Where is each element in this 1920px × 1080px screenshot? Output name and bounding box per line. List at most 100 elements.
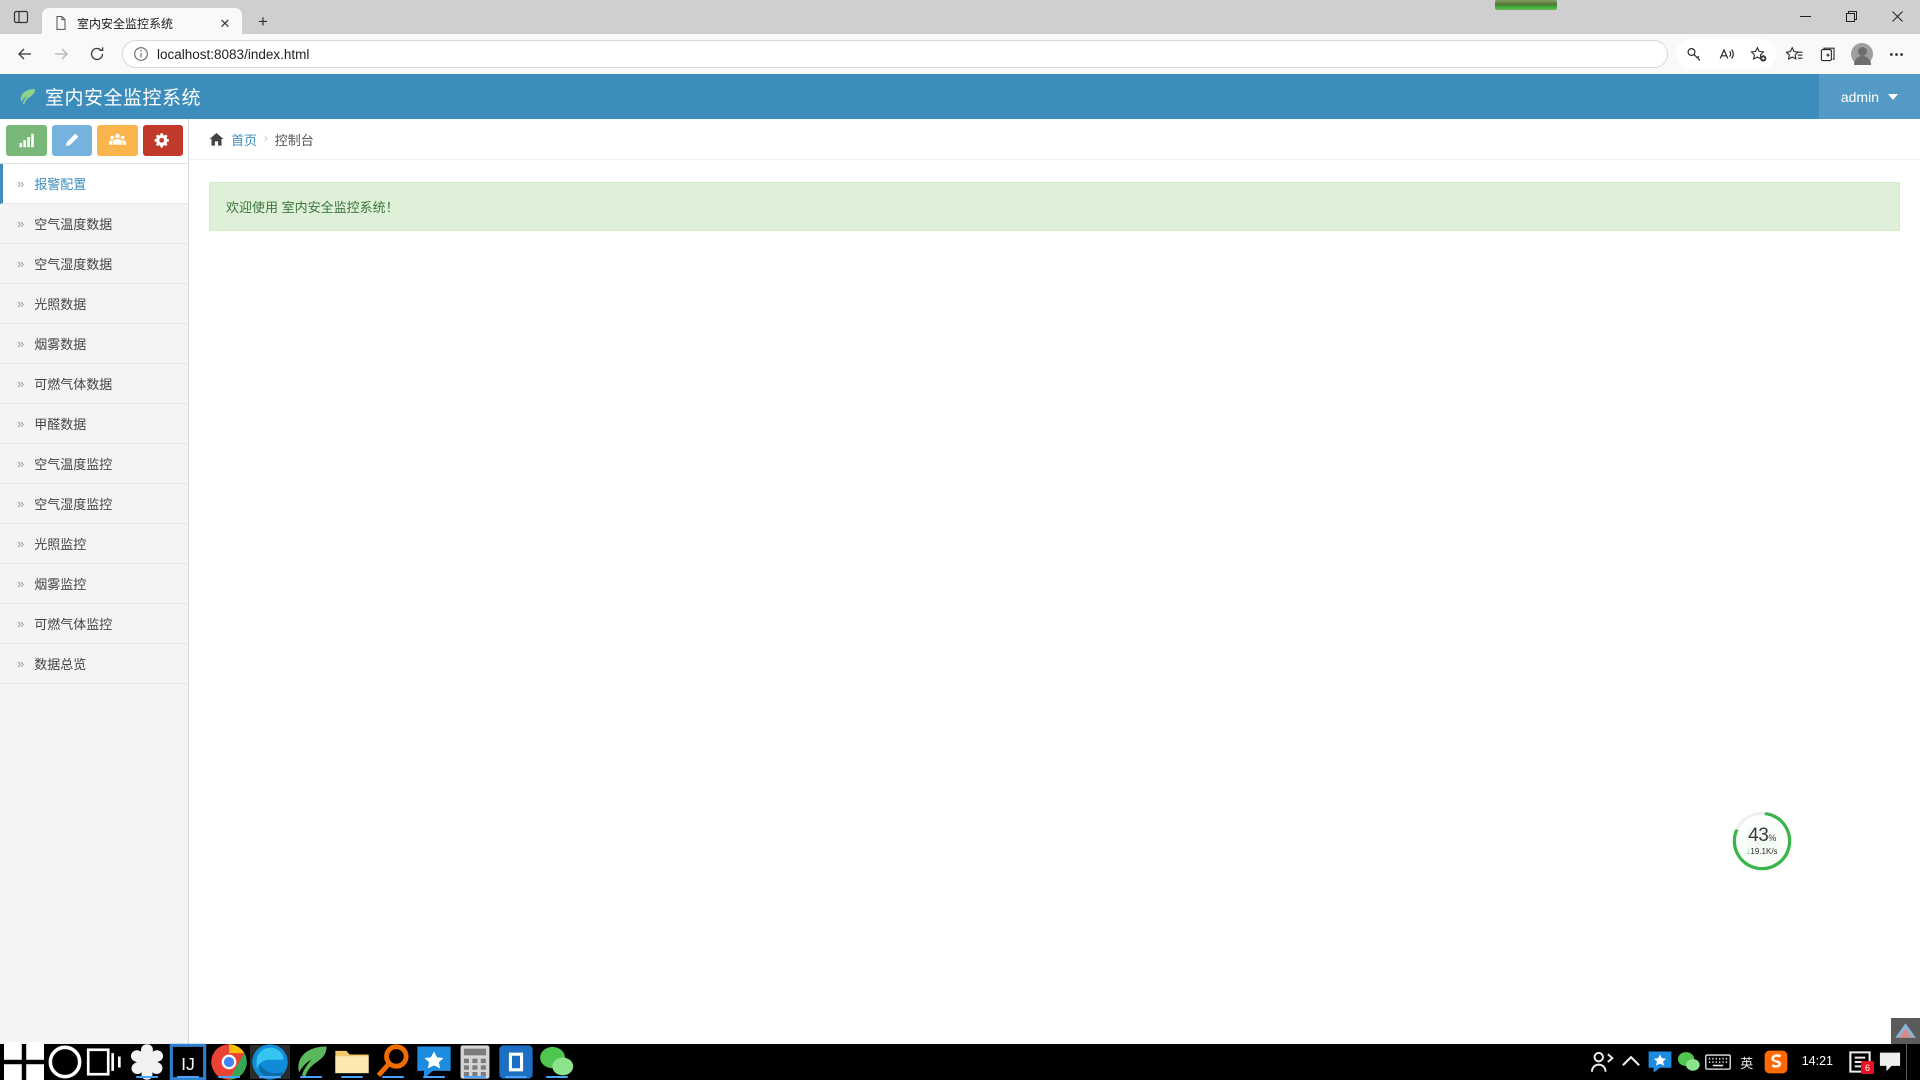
sidebar-item-data-overview[interactable]: » 数据总览: [0, 644, 188, 684]
key-icon[interactable]: [1678, 39, 1710, 69]
chart-button[interactable]: [6, 125, 47, 156]
read-aloud-icon[interactable]: [1710, 39, 1742, 69]
sidebar-tool-buttons: [0, 119, 188, 164]
app-title: 室内安全监控系统: [45, 88, 202, 109]
sidebar-item-air-temperature-data[interactable]: » 空气温度数据: [0, 204, 188, 244]
close-window-button[interactable]: [1874, 0, 1920, 32]
notification-badge: 6: [1861, 1061, 1874, 1074]
percent-value: 43%: [1748, 825, 1776, 846]
sidebar-item-light-data[interactable]: » 光照数据: [0, 284, 188, 324]
intellij-idea-icon[interactable]: IJ: [168, 1043, 208, 1080]
browser-tab[interactable]: 室内安全监控系统 ✕: [42, 8, 242, 38]
minimize-button[interactable]: [1782, 0, 1828, 32]
profile-icon[interactable]: [1846, 39, 1878, 69]
sidebar-item-label: 甲醛数据: [34, 417, 87, 432]
app-blue-icon[interactable]: [496, 1045, 536, 1079]
browser-window: 室内安全监控系统 ✕ + localhost:8083/index.html 室…: [0, 0, 1920, 1080]
sidebar-item-label: 烟雾监控: [34, 577, 87, 592]
sidebar-item-air-temperature-monitor[interactable]: » 空气温度监控: [0, 444, 188, 484]
site-info-icon[interactable]: [133, 46, 149, 62]
user-menu[interactable]: admin: [1818, 74, 1920, 119]
tab-actions-menu-button[interactable]: [0, 0, 42, 34]
address-bar-text[interactable]: localhost:8083/index.html: [157, 47, 1657, 62]
sidebar-item-label: 报警配置: [34, 177, 87, 192]
people-icon[interactable]: [1589, 1047, 1615, 1077]
show-hidden-icons-icon[interactable]: [1618, 1047, 1644, 1077]
bar-chart-icon: [19, 133, 34, 148]
taskbar-clock[interactable]: 14:21: [1792, 1054, 1843, 1069]
chevron-right-icon: »: [17, 336, 25, 351]
refresh-button[interactable]: [80, 39, 114, 69]
users-icon: [108, 133, 126, 145]
sidebar-item-label: 空气湿度数据: [34, 257, 113, 272]
sidebar-item-light-monitor[interactable]: » 光照监控: [0, 524, 188, 564]
sidebar-item-label: 光照数据: [34, 297, 87, 312]
chevron-right-icon: »: [17, 616, 25, 631]
sidebar-item-air-humidity-data[interactable]: » 空气湿度数据: [0, 244, 188, 284]
sidebar-item-air-humidity-monitor[interactable]: » 空气湿度监控: [0, 484, 188, 524]
sidebar-item-combustible-gas-data[interactable]: » 可燃气体数据: [0, 364, 188, 404]
edge-icon[interactable]: [250, 1044, 290, 1080]
sidebar-item-label: 空气温度监控: [34, 457, 113, 472]
keyboard-icon[interactable]: [1704, 1047, 1731, 1077]
messenger-tray-icon[interactable]: [1647, 1047, 1673, 1077]
sidebar-item-alarm-config[interactable]: » 报警配置: [0, 164, 188, 204]
config-button[interactable]: [142, 125, 183, 156]
chevron-right-icon: »: [17, 176, 25, 191]
edit-button[interactable]: [51, 125, 92, 156]
tab-close-icon[interactable]: ✕: [216, 14, 234, 32]
network-speed-widget[interactable]: 43% ↓19.1K/s: [1731, 810, 1793, 872]
cortana-search-icon[interactable]: [45, 1045, 85, 1079]
tab-strip: 室内安全监控系统 ✕ +: [0, 0, 1920, 38]
ime-chinese-icon[interactable]: 英: [1734, 1047, 1760, 1077]
sidebar-item-label: 空气温度数据: [34, 217, 113, 232]
back-to-top-button[interactable]: [1891, 1018, 1920, 1044]
arrow-up-icon: [1895, 1022, 1916, 1038]
chrome-icon[interactable]: [209, 1044, 249, 1080]
add-favorite-icon[interactable]: [1742, 39, 1774, 69]
wechat-tray-icon[interactable]: [1676, 1047, 1702, 1077]
leaf-icon: [18, 87, 37, 106]
new-tab-button[interactable]: +: [248, 8, 278, 36]
windows-start-icon[interactable]: [4, 1042, 44, 1080]
breadcrumb-separator-icon: ›: [264, 133, 268, 145]
browser-toolbar: localhost:8083/index.html: [0, 34, 1920, 74]
sidebar-item-smoke-data[interactable]: » 烟雾数据: [0, 324, 188, 364]
wechat-icon[interactable]: [537, 1045, 577, 1079]
action-center-icon[interactable]: 6: [1846, 1047, 1874, 1077]
favorites-icon[interactable]: [1778, 39, 1810, 69]
back-button[interactable]: [8, 39, 42, 69]
search-tool-icon[interactable]: [373, 1044, 413, 1079]
app-green-icon[interactable]: [291, 1045, 331, 1079]
sidebar-item-smoke-monitor[interactable]: » 烟雾监控: [0, 564, 188, 604]
sidebar-item-formaldehyde-data[interactable]: » 甲醛数据: [0, 404, 188, 444]
chevron-down-icon: [1888, 93, 1898, 100]
forward-button[interactable]: [44, 39, 78, 69]
address-bar[interactable]: localhost:8083/index.html: [122, 40, 1668, 68]
content-area: 首页 › 控制台 欢迎使用 室内安全监控系统！ 43% ↓19.1K/s: [189, 119, 1920, 1044]
chevron-right-icon: »: [17, 536, 25, 551]
file-explorer-icon[interactable]: [332, 1045, 372, 1079]
task-view-icon[interactable]: [86, 1045, 126, 1079]
app-header: 室内安全监控系统 admin: [0, 74, 1920, 119]
sidebar-item-combustible-gas-monitor[interactable]: » 可燃气体监控: [0, 604, 188, 644]
show-desktop-button[interactable]: [1906, 1044, 1914, 1080]
calculator-icon[interactable]: [455, 1045, 495, 1079]
users-button[interactable]: [97, 125, 138, 156]
home-icon[interactable]: [209, 132, 224, 147]
chevron-right-icon: »: [17, 656, 25, 671]
sogou-icon[interactable]: [1763, 1047, 1789, 1077]
sidebar-menu: » 报警配置 » 空气温度数据 » 空气湿度数据 » 光照数据 » 烟雾数据 »…: [0, 164, 188, 684]
maximize-restore-button[interactable]: [1828, 0, 1874, 32]
messenger-icon[interactable]: [414, 1045, 454, 1079]
breadcrumb-item-console: 控制台: [274, 132, 314, 148]
download-rate: ↓19.1K/s: [1746, 847, 1778, 856]
collections-icon[interactable]: [1812, 39, 1844, 69]
avatar: [1851, 43, 1873, 65]
pencil-icon: [66, 133, 79, 147]
notifications-icon[interactable]: [1877, 1047, 1903, 1077]
app-flower-icon[interactable]: [127, 1044, 167, 1080]
settings-more-icon[interactable]: [1880, 39, 1912, 69]
breadcrumb-item-home[interactable]: 首页: [231, 130, 257, 149]
app-body: » 报警配置 » 空气温度数据 » 空气湿度数据 » 光照数据 » 烟雾数据 »…: [0, 119, 1920, 1044]
